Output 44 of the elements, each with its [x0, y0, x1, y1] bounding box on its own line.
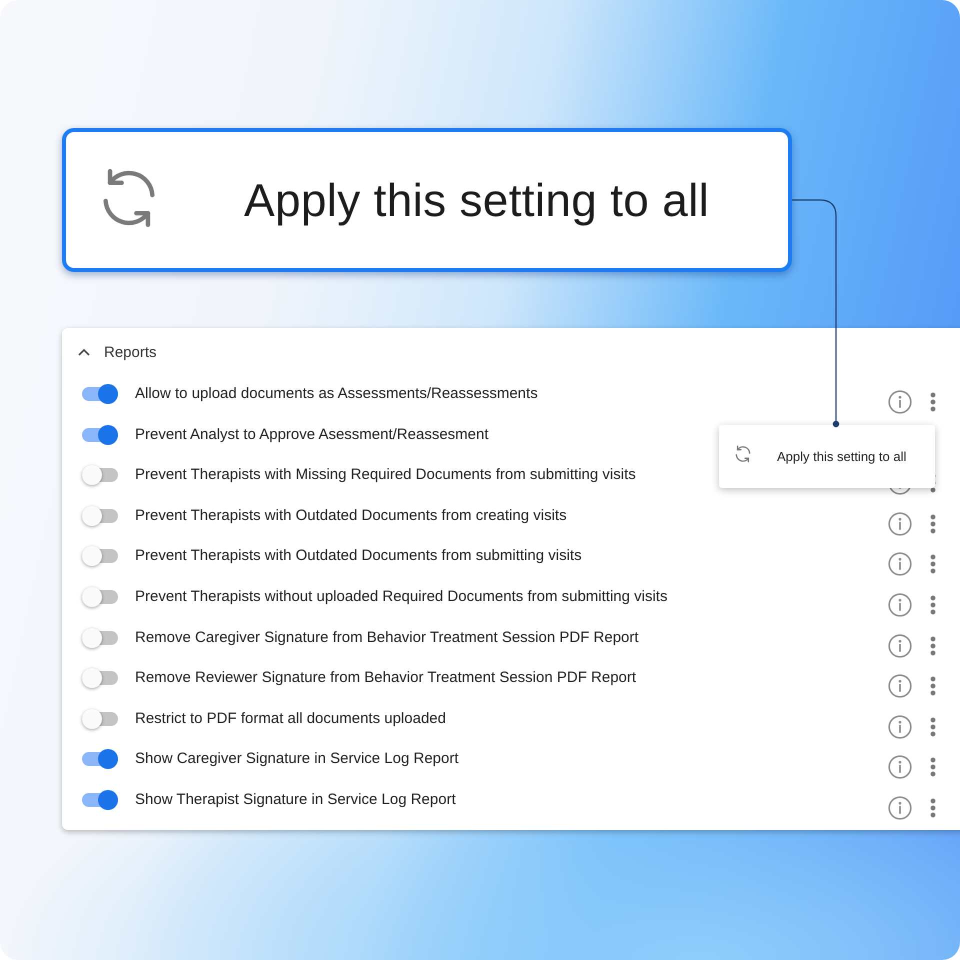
more-options-icon[interactable] — [930, 636, 936, 656]
info-icon[interactable] — [888, 755, 912, 780]
toggle-switch[interactable] — [82, 747, 118, 772]
info-icon[interactable] — [888, 674, 912, 698]
setting-label: Prevent Therapists with Missing Required Documents from submitting visits — [135, 465, 637, 486]
apply-setting-menu[interactable]: Apply this setting to all — [719, 425, 935, 488]
more-options-icon[interactable] — [930, 757, 936, 778]
more-options-icon[interactable] — [930, 676, 936, 696]
section-title: Reports — [104, 344, 157, 360]
setting-label: Show Therapist Signature in Service Log Report — [135, 790, 457, 810]
more-options-icon[interactable] — [930, 554, 936, 574]
toggle-switch[interactable] — [82, 626, 118, 650]
setting-label: Show Caregiver Signature in Service Log Report — [135, 749, 460, 770]
more-options-icon[interactable] — [930, 798, 936, 818]
info-icon[interactable] — [888, 512, 912, 536]
more-options-icon[interactable] — [930, 594, 936, 615]
caret-up-icon[interactable] — [78, 348, 90, 356]
callout-text: Apply this setting to all — [244, 173, 710, 227]
toggle-switch[interactable] — [82, 584, 118, 609]
toggle-switch[interactable] — [82, 666, 118, 690]
setting-label: Prevent Therapists with Outdated Documents from creating visits — [135, 506, 568, 526]
setting-label: Prevent Therapists with Outdated Documents from submitting visits — [135, 546, 583, 566]
setting-label: Remove Caregiver Signature from Behavior Treatment Session PDF Report — [135, 628, 640, 648]
more-options-icon[interactable] — [930, 514, 936, 534]
info-icon[interactable] — [888, 552, 912, 576]
setting-label: Restrict to PDF format all documents uploaded — [135, 708, 447, 729]
toggle-switch[interactable] — [82, 382, 118, 406]
info-icon[interactable] — [888, 592, 912, 617]
setting-label: Prevent Analyst to Approve Asessment/Reassesment — [135, 424, 490, 445]
toggle-switch[interactable] — [82, 504, 118, 528]
toggle-switch[interactable] — [82, 422, 118, 447]
info-icon[interactable] — [888, 796, 912, 820]
more-options-icon[interactable] — [930, 716, 936, 737]
info-icon[interactable] — [888, 390, 912, 414]
toggle-switch[interactable] — [82, 544, 118, 568]
toggle-switch[interactable] — [82, 706, 118, 731]
toggle-switch[interactable] — [82, 788, 118, 812]
info-icon[interactable] — [888, 634, 912, 658]
setting-label: Allow to upload documents as Assessments/Reassessments — [135, 384, 539, 404]
more-options-icon[interactable] — [930, 392, 936, 412]
setting-label: Prevent Therapists without uploaded Required Documents from submitting visits — [135, 586, 668, 607]
info-icon[interactable] — [888, 714, 912, 739]
toggle-switch[interactable] — [82, 463, 118, 488]
setting-label: Remove Reviewer Signature from Behavior Treatment Session PDF Report — [135, 668, 638, 688]
